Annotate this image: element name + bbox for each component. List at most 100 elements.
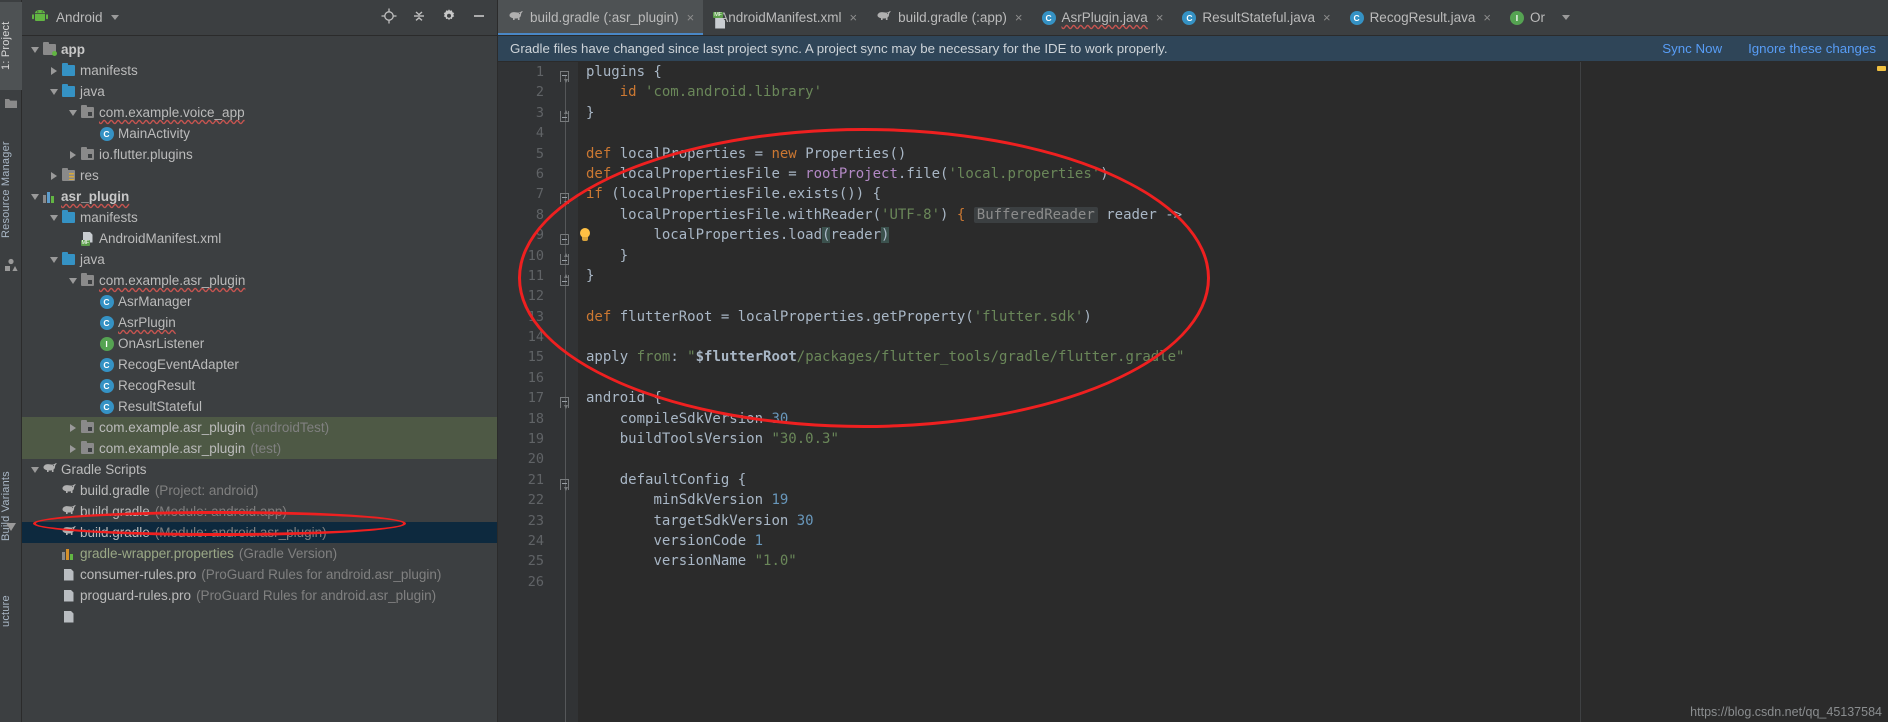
locate-icon[interactable]	[381, 8, 397, 29]
code-line[interactable]: 20	[498, 449, 1888, 469]
tree-row[interactable]: java	[22, 249, 497, 270]
tool-tab-resource-manager[interactable]: Resource Manager	[0, 126, 22, 254]
code-line[interactable]: 23 targetSdkVersion 30	[498, 511, 1888, 531]
close-icon[interactable]: ×	[1483, 11, 1491, 24]
code-line[interactable]: 11}	[498, 266, 1888, 286]
code-line[interactable]: 9 localProperties.load(reader)	[498, 225, 1888, 245]
fold-marker-topdown[interactable]	[560, 193, 569, 206]
code-line[interactable]: 4	[498, 123, 1888, 143]
fold-marker-topdown[interactable]	[560, 70, 569, 83]
chevron-down-icon[interactable]	[110, 15, 119, 20]
tree-expander[interactable]	[66, 417, 79, 438]
tool-tab-project[interactable]: 1: Project	[0, 2, 22, 90]
close-icon[interactable]: ×	[1015, 11, 1023, 24]
tree-row[interactable]: C RecogEventAdapter	[22, 354, 497, 375]
hide-window-icon[interactable]	[471, 8, 487, 29]
tree-row[interactable]: manifests	[22, 207, 497, 228]
code-editor[interactable]: 1 plugins {2 id 'com.android.library' 3} 4 5…	[498, 62, 1888, 722]
code-line[interactable]: 15 apply from: "$flutterRoot/packages/flu…	[498, 347, 1888, 367]
tree-expander[interactable]	[47, 165, 60, 186]
editor-tab[interactable]: build.gradle (:asr_plugin) ×	[498, 0, 704, 35]
collapse-all-icon[interactable]	[411, 8, 427, 29]
close-icon[interactable]: ×	[687, 11, 695, 24]
tree-expander[interactable]	[47, 249, 60, 270]
project-tree[interactable]: app manifests java com.example.voice_app C Ma…	[22, 36, 497, 627]
tree-row[interactable]: java	[22, 81, 497, 102]
code-line[interactable]: 17 android {	[498, 388, 1888, 409]
editor-tab[interactable]: I Or	[1500, 0, 1554, 35]
tree-expander[interactable]	[28, 459, 41, 480]
warning-stripe-marker[interactable]	[1877, 66, 1886, 71]
code-line[interactable]: 7 if (localPropertiesFile.exists()) {	[498, 184, 1888, 206]
tree-row[interactable]: C MainActivity	[22, 123, 497, 144]
code-line[interactable]: 19 buildToolsVersion "30.0.3"	[498, 429, 1888, 449]
tree-expander[interactable]	[66, 144, 79, 165]
editor-tab[interactable]: build.gradle (:app) ×	[866, 0, 1031, 35]
tree-row[interactable]: C ResultStateful	[22, 396, 497, 417]
tree-row[interactable]: Gradle Scripts	[22, 459, 497, 480]
code-line[interactable]: 6 def localPropertiesFile = rootProject.f…	[498, 164, 1888, 184]
tool-tab-build-variants[interactable]: Build Variants	[0, 452, 22, 560]
tree-row[interactable]: I OnAsrListener	[22, 333, 497, 354]
code-line[interactable]: 24 versionCode 1	[498, 531, 1888, 551]
tree-expander[interactable]	[28, 186, 41, 207]
tree-expander[interactable]	[47, 60, 60, 81]
tree-expander[interactable]	[66, 438, 79, 459]
editor-tab-bar[interactable]: build.gradle (:asr_plugin) × MF AndroidMani…	[498, 0, 1888, 36]
tree-row[interactable]: app	[22, 39, 497, 60]
tree-row[interactable]: build.gradle (Module: android.asr_plugin)	[22, 522, 497, 543]
editor-tab[interactable]: C AsrPlugin.java ×	[1032, 0, 1173, 35]
code-line[interactable]: 2 id 'com.android.library'	[498, 82, 1888, 102]
tree-row[interactable]: consumer-rules.pro (ProGuard Rules for an…	[22, 564, 497, 585]
fold-marker-bottomup[interactable]	[560, 273, 569, 286]
tree-expander[interactable]	[66, 270, 79, 291]
tree-row[interactable]: com.example.asr_plugin (test)	[22, 438, 497, 459]
close-icon[interactable]: ×	[1323, 11, 1331, 24]
editor-tab[interactable]: C ResultStateful.java ×	[1172, 0, 1339, 35]
tree-row[interactable]: build.gradle (Project: android)	[22, 480, 497, 501]
code-line[interactable]: 18 compileSdkVersion 30	[498, 409, 1888, 429]
tree-row[interactable]: com.example.asr_plugin (androidTest)	[22, 417, 497, 438]
settings-gear-icon[interactable]	[441, 8, 457, 29]
code-line[interactable]: 21 defaultConfig {	[498, 470, 1888, 491]
code-line[interactable]: 25 versionName "1.0"	[498, 551, 1888, 571]
tree-row[interactable]: proguard-rules.pro (ProGuard Rules for an…	[22, 585, 497, 606]
tree-expander[interactable]	[28, 39, 41, 60]
fold-marker-minus[interactable]	[560, 233, 569, 245]
tree-expander[interactable]	[66, 102, 79, 123]
editor-tab[interactable]: C RecogResult.java ×	[1340, 0, 1500, 35]
editor-vertical-scrollbar[interactable]	[1874, 62, 1888, 722]
code-line[interactable]: 13 def flutterRoot = localProperties.getP…	[498, 307, 1888, 327]
tree-row[interactable]: gradle-wrapper.properties (Gradle Version…	[22, 543, 497, 564]
editor-tab[interactable]: MF AndroidManifest.xml ×	[703, 0, 866, 35]
tool-tab-structure[interactable]: ucture	[0, 568, 22, 654]
close-icon[interactable]: ×	[850, 11, 858, 24]
code-line[interactable]: 22 minSdkVersion 19	[498, 490, 1888, 510]
tree-row[interactable]: build.gradle (Module: android.app)	[22, 501, 497, 522]
close-icon[interactable]: ×	[1156, 11, 1164, 24]
tree-row[interactable]: MF AndroidManifest.xml	[22, 228, 497, 249]
fold-marker-topdown[interactable]	[560, 396, 569, 409]
code-line[interactable]: 16	[498, 368, 1888, 388]
fold-marker-topdown[interactable]	[560, 478, 569, 491]
code-line[interactable]: 12	[498, 286, 1888, 306]
tree-row[interactable]	[22, 606, 497, 627]
tree-expander[interactable]	[47, 81, 60, 102]
fold-marker-bottomup[interactable]	[560, 110, 569, 123]
tree-row[interactable]: manifests	[22, 60, 497, 81]
code-line[interactable]: 3}	[498, 103, 1888, 123]
tree-expander[interactable]	[47, 207, 60, 228]
tab-overflow-button[interactable]	[1554, 0, 1578, 35]
sync-now-link[interactable]: Sync Now	[1662, 41, 1722, 56]
fold-marker-bottomup[interactable]	[560, 253, 569, 266]
code-line[interactable]: 26	[498, 572, 1888, 592]
tree-row[interactable]: C RecogResult	[22, 375, 497, 396]
ignore-changes-link[interactable]: Ignore these changes	[1748, 41, 1876, 56]
code-content[interactable]: 1 plugins {2 id 'com.android.library' 3} 4 5…	[498, 62, 1888, 722]
code-line[interactable]: 10 }	[498, 246, 1888, 266]
code-line[interactable]: 5 def localProperties = new Properties()	[498, 144, 1888, 164]
tree-row[interactable]: com.example.asr_plugin	[22, 270, 497, 291]
tree-row[interactable]: C AsrManager	[22, 291, 497, 312]
tree-row[interactable]: io.flutter.plugins	[22, 144, 497, 165]
tree-row[interactable]: asr_plugin	[22, 186, 497, 207]
